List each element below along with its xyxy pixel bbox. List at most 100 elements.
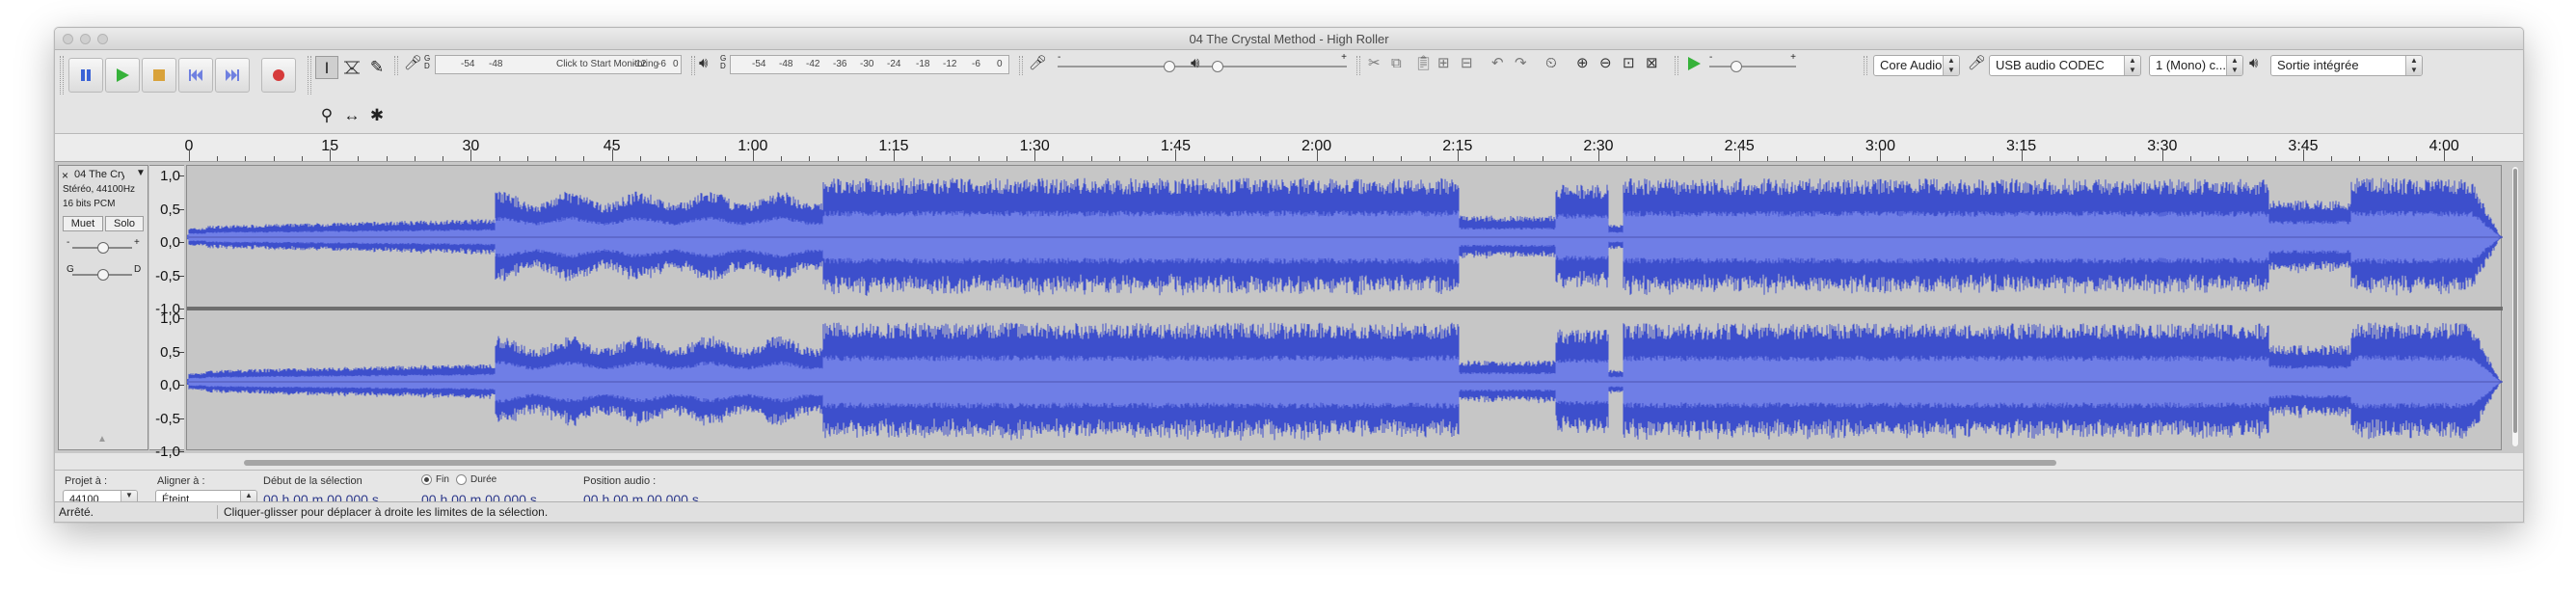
ruler-major-tick bbox=[189, 149, 190, 161]
undo-icon[interactable]: ↶ bbox=[1491, 54, 1504, 73]
toolbar-grip[interactable] bbox=[1864, 56, 1867, 75]
playback-meter[interactable]: -54 -48 -42 -36 -30 -24 -18 -12 -6 0 bbox=[730, 55, 1009, 74]
ruler-major-tick bbox=[1598, 149, 1599, 161]
skip-to-end-button[interactable] bbox=[215, 58, 250, 93]
waveform-display[interactable] bbox=[186, 165, 2503, 450]
ruler-minor-tick bbox=[1823, 156, 1825, 161]
trim-icon[interactable]: ⊞ bbox=[1437, 54, 1450, 73]
pan-slider-thumb[interactable] bbox=[97, 269, 109, 281]
ruler-minor-tick bbox=[1682, 156, 1684, 161]
toolbar-grip[interactable] bbox=[1356, 56, 1360, 75]
gain-slider-thumb[interactable] bbox=[97, 242, 109, 254]
scale-tick bbox=[179, 351, 184, 353]
ruler-minor-tick bbox=[2331, 156, 2333, 161]
stop-button[interactable] bbox=[142, 58, 176, 93]
ruler-major-tick bbox=[2161, 149, 2163, 161]
meter-tick: -30 bbox=[860, 59, 874, 69]
track-close-button[interactable]: × bbox=[62, 169, 68, 182]
speaker-icon: 🔊︎ bbox=[2249, 55, 2259, 71]
vertical-scale[interactable]: 1,0 0,5 0,0 -0,5 -1,0 1,0 0,5 0,0 -0,5 -1,0 bbox=[149, 165, 184, 460]
play-at-speed-icon[interactable] bbox=[1686, 56, 1702, 71]
track-name[interactable]: 04 The Cryst bbox=[74, 169, 124, 180]
ruler-minor-tick bbox=[555, 156, 557, 161]
pause-button[interactable] bbox=[68, 58, 103, 93]
double-arrow-icon: ↔ bbox=[343, 106, 361, 124]
meter-tick: -6 bbox=[972, 59, 980, 69]
track-format: Stéréo, 44100Hz bbox=[63, 184, 136, 195]
length-radio[interactable] bbox=[456, 474, 467, 485]
ruler-major-tick bbox=[894, 149, 895, 161]
microphone-icon: 🎤︎ bbox=[1968, 55, 1987, 71]
ruler-minor-tick bbox=[1288, 156, 1290, 161]
channels-select[interactable]: 1 (Mono) c... ▲ ▼ bbox=[2149, 55, 2243, 76]
draw-tool[interactable]: ✎ bbox=[365, 56, 389, 79]
slider-thumb[interactable] bbox=[1212, 61, 1223, 72]
vertical-scrollbar[interactable] bbox=[2511, 166, 2519, 447]
fit-project-icon[interactable]: ⊠ bbox=[1646, 54, 1658, 73]
scale-label: -1,0 bbox=[155, 444, 180, 460]
scale-label: 0,0 bbox=[160, 377, 180, 393]
skip-to-start-icon bbox=[189, 69, 202, 81]
horizontal-scrollbar[interactable] bbox=[186, 458, 2502, 468]
ruler-minor-tick bbox=[2246, 156, 2248, 161]
ruler-minor-tick bbox=[1654, 156, 1656, 161]
paste-icon[interactable]: 📋︎ bbox=[1414, 54, 1433, 73]
toolbar-grip[interactable] bbox=[1019, 56, 1023, 75]
playback-device-select[interactable]: Sortie intégrée ▲ ▼ bbox=[2270, 55, 2423, 76]
ruler-minor-tick bbox=[1429, 156, 1431, 161]
recording-device-select[interactable]: USB audio CODEC ▲ ▼ bbox=[1989, 55, 2141, 76]
playback-speed-slider[interactable]: - + bbox=[1709, 52, 1796, 72]
scale-label: 0,5 bbox=[160, 343, 180, 361]
zoom-in-icon[interactable]: ⊕ bbox=[1576, 54, 1589, 73]
record-button[interactable] bbox=[261, 58, 296, 93]
sync-lock-icon[interactable]: ⏲ bbox=[1545, 54, 1557, 73]
skip-to-start-button[interactable] bbox=[178, 58, 213, 93]
meter-tick: -12 bbox=[632, 59, 647, 69]
cut-icon[interactable]: ✂ bbox=[1368, 54, 1381, 73]
copy-icon[interactable]: ⧉ bbox=[1391, 54, 1402, 73]
play-button[interactable] bbox=[105, 58, 140, 93]
time-shift-tool[interactable]: ↔ bbox=[340, 104, 363, 127]
audio-host-select[interactable]: Core Audio ▲ ▼ bbox=[1873, 55, 1960, 76]
track-control-panel: × 04 The Cryst ▼ Stéréo, 44100Hz 16 bits… bbox=[58, 165, 148, 450]
asterisk-icon: ✱ bbox=[369, 106, 385, 124]
scrollbar-thumb[interactable] bbox=[244, 460, 2056, 466]
envelope-tool[interactable] bbox=[340, 56, 363, 79]
end-radio[interactable] bbox=[421, 474, 432, 485]
slider-thumb[interactable] bbox=[1731, 61, 1742, 72]
toolbar-grip[interactable] bbox=[60, 56, 64, 94]
fit-selection-icon[interactable]: ⊡ bbox=[1623, 54, 1635, 73]
collapse-track-icon[interactable]: ▲ bbox=[97, 434, 107, 445]
microphone-icon: 🎤︎ bbox=[1029, 55, 1048, 71]
redo-icon[interactable]: ↷ bbox=[1515, 54, 1527, 73]
selection-start-label: Début de la sélection bbox=[263, 475, 362, 487]
ruler-minor-tick bbox=[837, 156, 839, 161]
timeline-ruler[interactable]: 0 15 30 45 1:00 1:15 1:30 1:45 2:00 2:15 2:30 2:45 3… bbox=[55, 134, 2523, 162]
ruler-minor-tick bbox=[358, 156, 360, 161]
solo-button[interactable]: Solo bbox=[105, 216, 144, 231]
gain-plus-label: + bbox=[134, 237, 140, 248]
ruler-minor-tick bbox=[2218, 156, 2220, 161]
playback-volume-slider[interactable] bbox=[1212, 60, 1347, 73]
selection-tool[interactable]: I bbox=[315, 56, 338, 79]
toolbar-grip[interactable] bbox=[394, 56, 398, 75]
toolbar-grip[interactable] bbox=[1675, 56, 1678, 75]
toolbar-grip[interactable] bbox=[308, 56, 311, 94]
track-menu-arrow-icon[interactable]: ▼ bbox=[136, 168, 146, 178]
meter-tick: -6 bbox=[657, 59, 666, 69]
slider-thumb[interactable] bbox=[1164, 61, 1175, 72]
multi-tool[interactable]: ✱ bbox=[365, 104, 389, 127]
toolbar-grip[interactable] bbox=[691, 56, 695, 75]
record-meter[interactable]: -54 -48 Click to Start Monitoring -12 -6… bbox=[435, 55, 682, 74]
zoom-tool[interactable]: ⚲ bbox=[315, 104, 338, 127]
zoom-out-icon[interactable]: ⊖ bbox=[1599, 54, 1612, 73]
ruler-minor-tick bbox=[1936, 156, 1938, 161]
meter-tick: -42 bbox=[806, 59, 820, 69]
ruler-minor-tick bbox=[1852, 156, 1854, 161]
scrollbar-thumb[interactable] bbox=[2513, 169, 2517, 433]
meter-tick: 0 bbox=[997, 59, 1003, 69]
silence-icon[interactable]: ⊟ bbox=[1461, 54, 1473, 73]
audio-host-value: Core Audio bbox=[1880, 58, 1943, 72]
mute-button[interactable]: Muet bbox=[63, 216, 103, 231]
ruler-minor-tick bbox=[301, 156, 303, 161]
